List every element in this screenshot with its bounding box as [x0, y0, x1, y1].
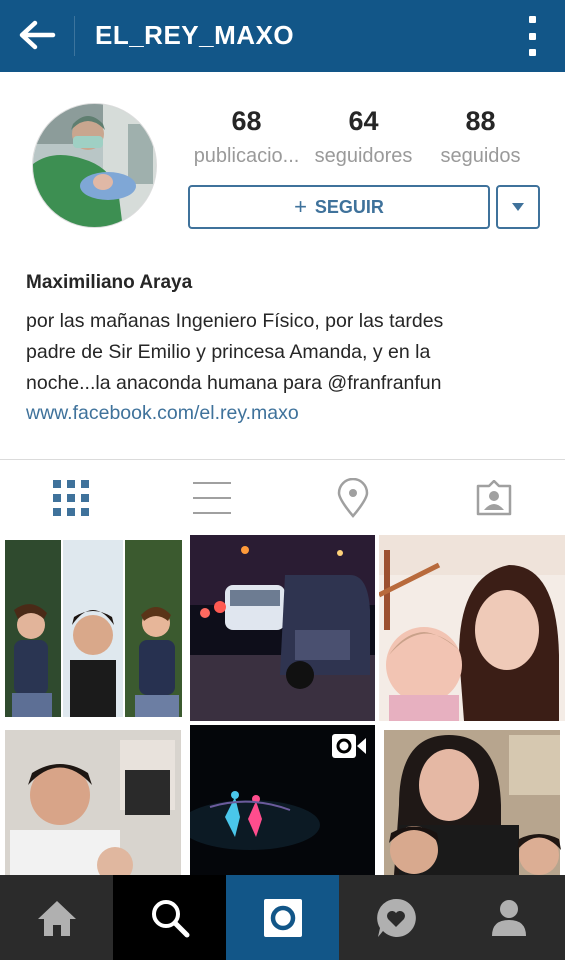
activity-heart-icon	[376, 898, 416, 937]
profile-website-link[interactable]: www.facebook.com/el.rey.maxo	[26, 402, 299, 425]
video-camera-icon	[332, 734, 366, 758]
followers-label: seguidores	[314, 145, 413, 167]
grid-icon	[53, 480, 89, 516]
followers-count: 64	[348, 106, 379, 136]
camera-icon	[263, 898, 302, 937]
home-icon	[37, 900, 76, 936]
tab-grid[interactable]	[49, 476, 93, 520]
top-app-bar: EL_REY_MAXO	[0, 0, 565, 72]
follow-button[interactable]: + SEGUIR	[188, 185, 490, 229]
photo-grid	[0, 535, 565, 875]
video-thumbnail[interactable]	[190, 725, 375, 875]
stat-followers[interactable]: 64 seguidores	[307, 106, 420, 168]
photo-thumbnail[interactable]	[379, 725, 565, 875]
topbar-divider	[74, 16, 75, 56]
photo-thumbnail[interactable]	[0, 535, 186, 721]
suggested-users-dropdown-button[interactable]	[496, 185, 540, 229]
profile-username: EL_REY_MAXO	[95, 20, 295, 50]
more-options-button[interactable]	[525, 16, 539, 56]
following-count: 88	[465, 106, 496, 136]
posts-count: 68	[231, 106, 262, 136]
plus-icon: +	[294, 194, 307, 219]
location-pin-icon	[337, 478, 369, 518]
search-icon	[151, 899, 189, 937]
photo-thumbnail[interactable]	[379, 535, 565, 721]
bio-line: padre de Sir Emilio y princesa Amanda, y…	[26, 341, 431, 363]
profile-avatar[interactable]	[32, 103, 157, 228]
posts-label: publicacio...	[193, 145, 300, 167]
tagged-photos-icon	[476, 480, 512, 516]
back-button[interactable]	[14, 14, 60, 56]
nav-home[interactable]	[0, 875, 113, 960]
bottom-navigation-bar	[0, 875, 565, 960]
nav-profile[interactable]	[452, 875, 565, 960]
bio-line[interactable]: noche...la anaconda humana para @franfra…	[26, 368, 546, 399]
profile-icon	[491, 899, 526, 936]
nav-activity[interactable]	[339, 875, 452, 960]
photo-thumbnail[interactable]	[0, 725, 186, 875]
follow-label: SEGUIR	[314, 196, 384, 217]
tab-list[interactable]	[190, 476, 234, 520]
profile-view-tabs	[0, 460, 565, 535]
tab-tagged[interactable]	[472, 476, 516, 520]
photo-thumbnail[interactable]	[190, 535, 375, 721]
stat-following[interactable]: 88 seguidos	[424, 106, 537, 168]
caret-down-icon	[512, 203, 524, 211]
list-icon	[193, 482, 231, 514]
following-label: seguidos	[440, 145, 521, 167]
tab-map[interactable]	[331, 476, 375, 520]
profile-full-name: Maximiliano Araya	[26, 272, 193, 293]
nav-search[interactable]	[113, 875, 226, 960]
profile-bio: por las mañanas Ingeniero Físico, por la…	[26, 306, 546, 399]
arrow-left-icon	[19, 20, 56, 50]
more-vertical-icon	[528, 16, 536, 23]
avatar-photo	[33, 104, 156, 227]
bio-line: por las mañanas Ingeniero Físico, por la…	[26, 310, 444, 332]
nav-camera[interactable]	[226, 875, 339, 960]
stat-posts[interactable]: 68 publicacio...	[190, 106, 303, 168]
